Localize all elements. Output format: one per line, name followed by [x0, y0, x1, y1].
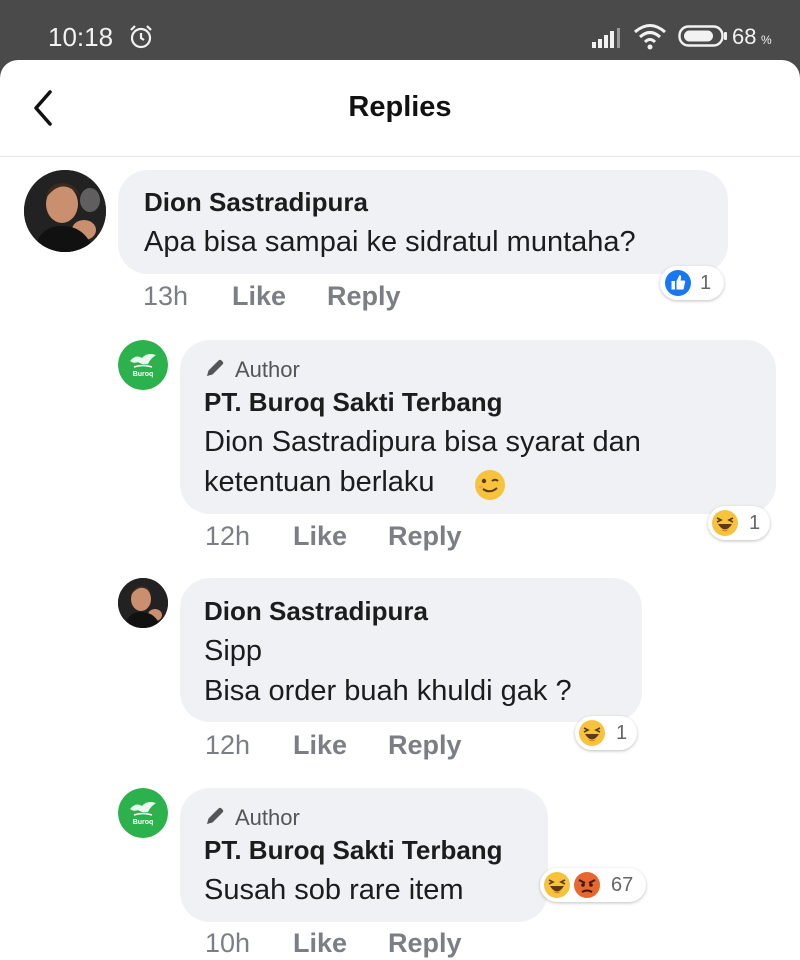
reaction-summary[interactable]: 1 [660, 266, 724, 300]
avatar-logo-text: Buroq [132, 371, 154, 378]
status-time: 10:18 [48, 22, 114, 52]
comment-author[interactable]: Dion Sastradipura [204, 596, 428, 627]
comment-author[interactable]: PT. Buroq Sakti Terbang [204, 387, 503, 418]
comment-text: Apa bisa sampai ke sidratul muntaha? [144, 226, 636, 258]
reaction-summary[interactable]: 1 [708, 506, 770, 540]
comment-text: Sipp [204, 635, 263, 667]
comment-bubble[interactable]: Author PT. Buroq Sakti Terbang Susah sob… [180, 788, 548, 922]
replies-sheet: Replies Dion Sastradipura Apa bisa sampa… [0, 60, 800, 960]
wifi-icon [634, 24, 666, 50]
battery-icon [678, 25, 727, 47]
alarm-icon [130, 25, 152, 49]
page-title: Replies [348, 91, 452, 123]
reply-button[interactable]: Reply [388, 521, 462, 552]
comment-bubble[interactable]: Author PT. Buroq Sakti Terbang Dion Sast… [180, 340, 776, 514]
wink-emoji-icon [475, 470, 505, 500]
comment-text: ketentuan berlaku [204, 466, 435, 498]
reply-button[interactable]: Reply [388, 730, 462, 761]
avatar-logo-text: Buroq [132, 819, 154, 826]
author-badge: Author [235, 357, 300, 382]
like-button[interactable]: Like [293, 521, 347, 552]
like-button[interactable]: Like [293, 928, 347, 959]
author-badge: Author [235, 805, 300, 830]
battery-percent: 68 [732, 24, 757, 49]
like-button[interactable]: Like [293, 730, 347, 761]
avatar[interactable]: Buroq [118, 340, 168, 390]
reaction-summary[interactable]: 67 [540, 868, 646, 902]
reaction-count: 1 [616, 722, 628, 744]
reaction-summary[interactable]: 1 [575, 716, 637, 750]
comment-text: Susah sob rare item [204, 874, 464, 906]
comment-time: 12h [205, 730, 251, 760]
comment-bubble[interactable]: Dion Sastradipura Apa bisa sampai ke sid… [118, 170, 728, 274]
like-button[interactable]: Like [232, 281, 286, 312]
author-pencil-icon [207, 807, 224, 824]
avatar[interactable]: Buroq [118, 788, 168, 838]
header: Replies [0, 60, 800, 157]
comment-author[interactable]: PT. Buroq Sakti Terbang [204, 835, 503, 866]
haha-reaction-icon [712, 510, 738, 536]
avatar[interactable] [24, 170, 106, 252]
comment-text: Bisa order buah khuldi gak ? [204, 675, 572, 707]
comment-time: 10h [205, 928, 251, 958]
comment-text: Dion Sastradipura bisa syarat dan [204, 426, 641, 458]
signal-icon [592, 28, 620, 48]
reply-button[interactable]: Reply [327, 281, 401, 312]
comment-time: 12h [205, 521, 251, 551]
percent-sign: % [761, 33, 772, 47]
author-pencil-icon [207, 359, 224, 376]
avatar[interactable] [118, 578, 168, 628]
reaction-count: 1 [749, 512, 761, 534]
comment-bubble[interactable]: Dion Sastradipura Sipp Bisa order buah k… [180, 578, 642, 722]
comment-time: 13h [143, 281, 189, 311]
reaction-count: 67 [611, 874, 634, 896]
reaction-count: 1 [700, 272, 712, 294]
haha-reaction-icon [579, 720, 605, 746]
comment-author[interactable]: Dion Sastradipura [144, 187, 368, 218]
like-reaction-icon [665, 270, 691, 296]
reply-button[interactable]: Reply [388, 928, 462, 959]
angry-reaction-icon [574, 872, 600, 898]
haha-reaction-icon [544, 872, 570, 898]
